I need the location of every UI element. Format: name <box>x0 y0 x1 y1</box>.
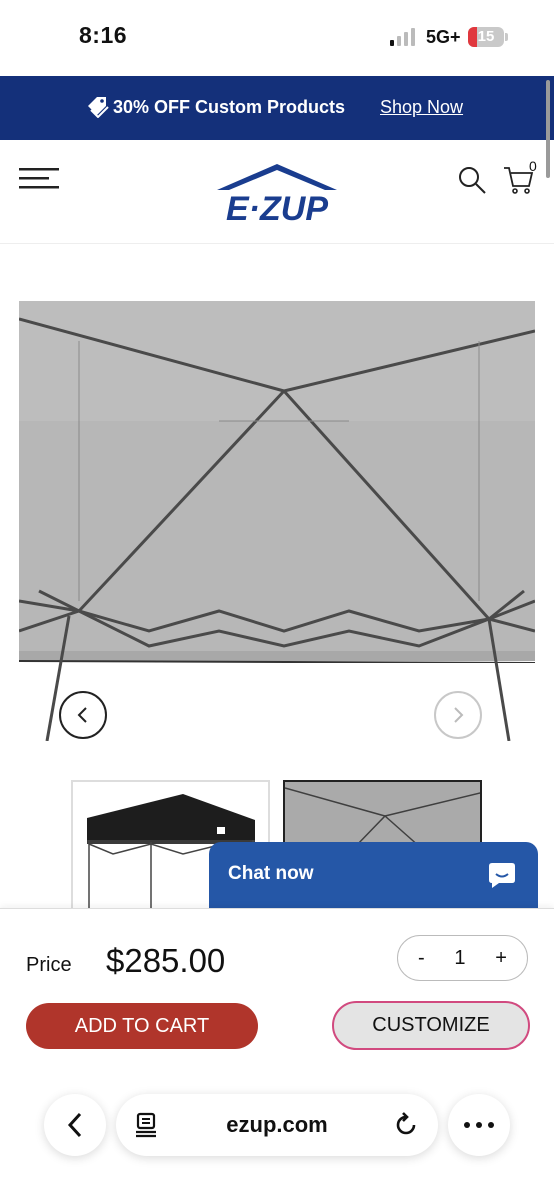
scroll-indicator <box>546 80 550 178</box>
network-label: 5G+ <box>426 27 461 47</box>
chat-bubble-icon <box>489 863 515 888</box>
browser-back-button[interactable] <box>44 1094 106 1156</box>
promo-banner: 30% OFF Custom Products Shop Now <box>0 76 554 140</box>
tag-icon <box>88 97 109 118</box>
menu-icon[interactable] <box>19 168 59 190</box>
chevron-left-icon <box>77 707 87 723</box>
gallery-next-button[interactable] <box>434 691 482 739</box>
chat-label: Chat now <box>228 863 314 884</box>
svg-text:E·ZUP: E·ZUP <box>226 190 328 224</box>
site-header: E·ZUP 0 <box>0 140 554 244</box>
battery-tip <box>505 33 508 41</box>
price-label: Price <box>26 954 72 976</box>
shop-now-link[interactable]: Shop Now <box>380 97 463 118</box>
product-image <box>19 301 535 741</box>
ezup-logo[interactable]: E·ZUP <box>213 162 341 224</box>
browser-more-button[interactable] <box>448 1094 510 1156</box>
add-to-cart-button[interactable]: ADD TO CART <box>26 1003 258 1049</box>
qty-value[interactable]: 1 <box>454 947 465 970</box>
chevron-right-icon <box>454 707 464 723</box>
battery-icon: 15 <box>468 27 504 47</box>
quantity-stepper: - 1 + <box>397 935 528 981</box>
cart-count: 0 <box>529 158 537 174</box>
price-value: $285.00 <box>106 942 226 979</box>
chat-now-button[interactable]: Chat now <box>209 842 538 908</box>
reload-icon[interactable] <box>392 1111 420 1139</box>
qty-plus-button[interactable]: + <box>495 947 507 970</box>
promo-text: 30% OFF Custom Products <box>113 97 346 117</box>
url-text: ezup.com <box>226 1112 328 1137</box>
gallery-prev-button[interactable] <box>59 691 107 739</box>
status-time: 8:16 <box>79 22 128 48</box>
signal-icon <box>390 28 415 46</box>
qty-minus-button[interactable]: - <box>418 947 425 970</box>
status-bar: 8:16 5G+ 15 <box>0 0 554 76</box>
customize-button[interactable]: CUSTOMIZE <box>332 1001 530 1050</box>
back-icon <box>67 1112 82 1138</box>
battery-level: 15 <box>477 28 495 45</box>
address-bar[interactable]: ezup.com <box>116 1094 438 1156</box>
search-icon[interactable] <box>458 166 486 194</box>
more-icon <box>464 1122 494 1128</box>
